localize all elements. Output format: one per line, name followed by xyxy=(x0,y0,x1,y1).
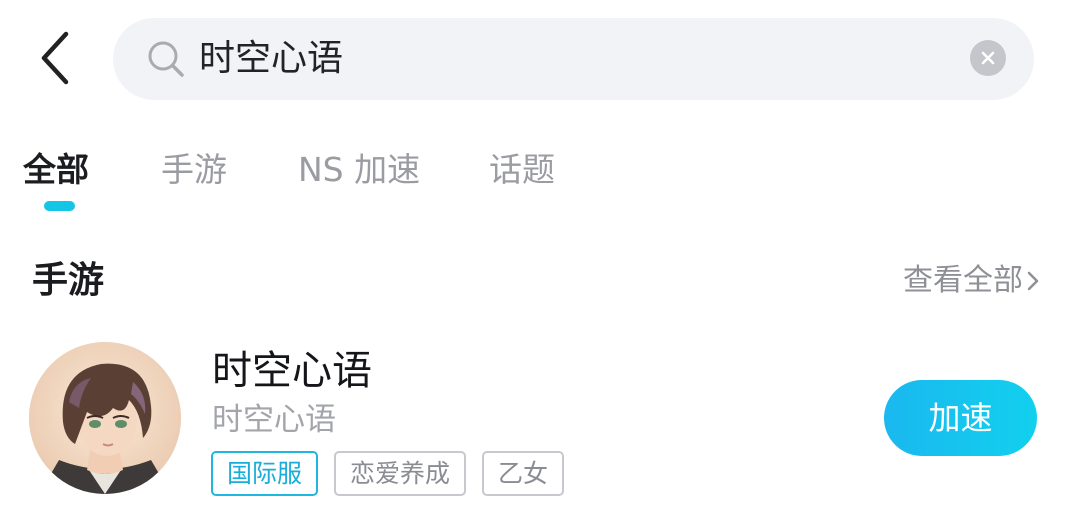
tab-ns-accelerate[interactable]: NS 加速 xyxy=(298,148,420,192)
tab-topics[interactable]: 话题 xyxy=(489,148,555,192)
accelerate-button[interactable]: 加速 xyxy=(884,380,1037,456)
active-tab-indicator xyxy=(44,201,75,211)
game-tags: 国际服 恋爱养成 乙女 xyxy=(211,451,565,496)
section-title: 手游 xyxy=(32,260,105,301)
tag-romance: 恋爱养成 xyxy=(334,451,467,496)
chevron-left-icon xyxy=(41,31,69,85)
game-subtitle: 时空心语 xyxy=(212,402,336,438)
tab-mobile-games[interactable]: 手游 xyxy=(161,148,227,192)
tab-bar: 全部 手游 NS 加速 话题 xyxy=(0,140,1065,220)
game-title: 时空心语 xyxy=(212,348,372,394)
chevron-right-icon xyxy=(1027,271,1039,291)
game-result-item[interactable]: 时空心语 时空心语 国际服 恋爱养成 乙女 加速 xyxy=(0,330,1065,510)
clear-icon xyxy=(981,51,995,65)
back-button[interactable] xyxy=(30,26,80,90)
search-input[interactable]: 时空心语 xyxy=(199,36,343,82)
search-icon xyxy=(148,41,184,77)
tag-otome: 乙女 xyxy=(482,451,565,496)
search-bar[interactable]: 时空心语 xyxy=(113,18,1034,100)
character-portrait-icon xyxy=(29,342,181,494)
tab-all[interactable]: 全部 xyxy=(23,148,89,192)
see-all-label: 查看全部 xyxy=(903,263,1023,298)
game-avatar xyxy=(29,342,181,494)
see-all-link[interactable]: 查看全部 xyxy=(903,262,1039,300)
tag-global-server: 国际服 xyxy=(211,451,319,496)
clear-search-button[interactable] xyxy=(970,40,1006,76)
